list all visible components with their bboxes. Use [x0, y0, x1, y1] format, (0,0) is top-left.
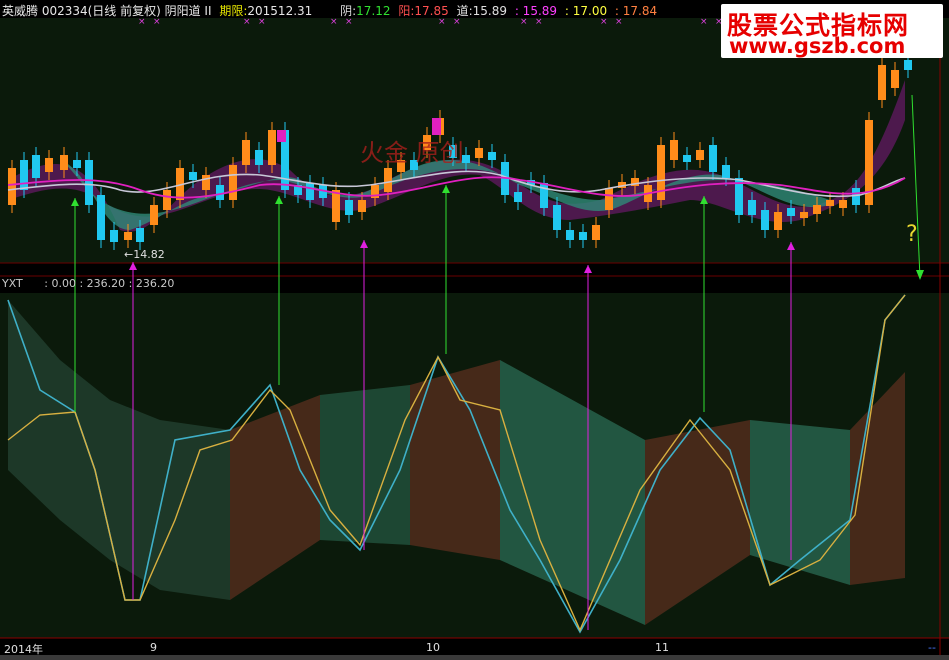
top-marker: × — [438, 17, 446, 27]
ghost-text: 火金 原创 — [360, 139, 464, 167]
chart-canvas: ×××××××××××××××× — [0, 17, 949, 660]
value-1: : 15.89 — [514, 4, 558, 18]
candle-body — [229, 165, 237, 200]
watermark-url: www.gszb.com — [729, 34, 906, 58]
candle-body — [839, 200, 847, 208]
candle-body — [696, 150, 704, 160]
candle-body — [358, 200, 366, 212]
candle-body — [306, 183, 314, 200]
candle-body — [722, 165, 730, 178]
candle-body — [345, 200, 353, 215]
question-mark: ? — [906, 222, 918, 247]
x-tick-label: -- — [928, 641, 936, 654]
top-marker: × — [258, 17, 266, 27]
yang-value: 17.85 — [414, 4, 449, 18]
yin-label: 阴: — [340, 4, 357, 18]
watermark-logo: 股票公式指标网 www.gszb.com — [721, 4, 943, 58]
candle-body — [45, 158, 53, 172]
top-marker: × — [700, 17, 708, 27]
chart-header: 英威腾 002334(日线 前复权) 阴阳道 II 期限:201512.31 阴… — [2, 2, 661, 18]
indicator-legend: YXT : 0.00 : 236.20 : 236.20 — [2, 277, 174, 290]
candle-body — [60, 155, 68, 170]
candle-body — [683, 155, 691, 162]
candle-body — [242, 140, 250, 165]
top-marker: × — [153, 17, 161, 27]
top-marker: × — [345, 17, 353, 27]
candle-body — [332, 190, 340, 222]
candle-body — [813, 205, 821, 214]
price-low-label: ←14.82 — [124, 248, 165, 261]
x-tick-label: 11 — [655, 641, 669, 654]
indicator-band — [320, 385, 410, 545]
stock-title: 英威腾 002334(日线 前复权) 阴阳道 II — [2, 4, 212, 18]
candle-body — [540, 183, 548, 208]
candle-body — [136, 228, 144, 242]
x-tick-label: 9 — [150, 641, 157, 654]
candle-body — [163, 190, 171, 210]
x-tick-label: 10 — [426, 641, 440, 654]
top-marker: × — [330, 17, 338, 27]
indicator-values: : 0.00 : 236.20 : 236.20 — [44, 277, 175, 290]
candle-body — [566, 230, 574, 240]
candle-body — [268, 130, 276, 165]
candle-body — [709, 145, 717, 172]
candle-body — [488, 152, 496, 160]
indicator-name: YXT — [2, 277, 23, 290]
yin-value: 17.12 — [356, 4, 391, 18]
value-2: : 17.00 — [564, 4, 608, 18]
yang-label: 阳: — [398, 4, 415, 18]
top-marker: × — [600, 17, 608, 27]
candle-body — [748, 200, 756, 215]
candle-body — [97, 195, 105, 240]
candle-body — [761, 210, 769, 230]
top-marker: × — [615, 17, 623, 27]
dao-label: 道: — [456, 4, 473, 18]
candle-body — [124, 232, 132, 240]
arrow-head — [584, 265, 592, 273]
candle-body — [670, 140, 678, 160]
period-label: 期限: — [219, 4, 248, 18]
candle-body — [800, 212, 808, 218]
candle-body — [826, 200, 834, 206]
candle-body — [592, 225, 600, 240]
candle-body — [85, 160, 93, 205]
bottom-tabs[interactable] — [0, 655, 949, 660]
top-marker: × — [138, 17, 146, 27]
candle-body — [553, 205, 561, 230]
candle-body — [514, 192, 522, 202]
candle-body — [202, 175, 210, 190]
candle-body — [384, 168, 392, 192]
top-marker: × — [520, 17, 528, 27]
candle-body — [579, 232, 587, 240]
value-3: : 17.84 — [614, 4, 658, 18]
period-value: 201512.31 — [247, 4, 313, 18]
candle-body — [150, 205, 158, 225]
top-marker: × — [535, 17, 543, 27]
candle-body — [605, 188, 613, 210]
candle-body — [189, 172, 197, 180]
candle-body — [774, 212, 782, 230]
candle-body — [8, 168, 16, 205]
candle-body — [904, 60, 912, 70]
candle-body — [110, 230, 118, 242]
candle-body — [475, 148, 483, 158]
top-marker: × — [453, 17, 461, 27]
dao-value: 15.89 — [472, 4, 507, 18]
candle-body — [32, 155, 40, 178]
x-axis: 2014年 9 10 11 -- — [0, 641, 940, 656]
candle-body — [20, 160, 28, 190]
candle-body-highlight — [277, 130, 286, 142]
candle-body — [787, 208, 795, 216]
candle-body — [891, 70, 899, 88]
candle-body — [73, 160, 81, 168]
arrow-head — [916, 270, 924, 280]
candle-body — [878, 65, 886, 100]
candle-body — [255, 150, 263, 165]
top-marker: × — [243, 17, 251, 27]
